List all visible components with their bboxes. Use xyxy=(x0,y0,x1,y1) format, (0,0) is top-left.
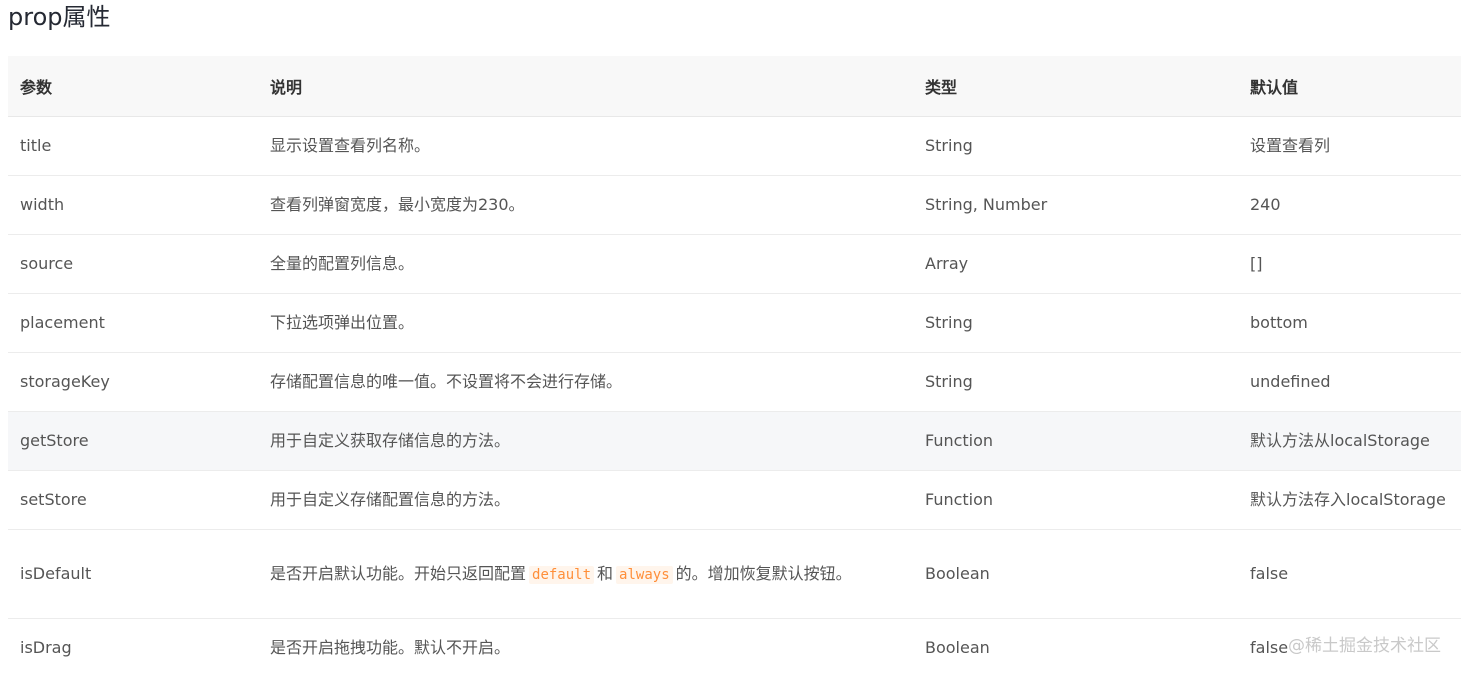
type-cell: Array xyxy=(913,234,1238,294)
description-cell: 存储配置信息的唯一值。不设置将不会进行存储。 xyxy=(258,352,913,412)
param-cell: title xyxy=(8,116,258,176)
column-header-param: 参数 xyxy=(8,56,258,117)
table-row: placement 下拉选项弹出位置。 String bottom xyxy=(8,293,1461,353)
description-cell: 用于自定义存储配置信息的方法。 xyxy=(258,470,913,530)
default-cell: undefined xyxy=(1238,352,1461,412)
table-row: isDefault 是否开启默认功能。开始只返回配置 default 和 always… xyxy=(8,529,1461,619)
param-cell: getStore xyxy=(8,411,258,471)
table-row: title 显示设置查看列名称。 String 设置查看列 xyxy=(8,116,1461,176)
type-cell: Function xyxy=(913,470,1238,530)
column-header-description: 说明 xyxy=(258,56,913,117)
page-title: prop属性 xyxy=(8,3,111,31)
table-row: width 查看列弹窗宽度，最小宽度为230。 String, Number 2… xyxy=(8,175,1461,235)
description-cell: 用于自定义获取存储信息的方法。 xyxy=(258,411,913,471)
description-cell: 下拉选项弹出位置。 xyxy=(258,293,913,353)
inline-code-default: default xyxy=(529,565,595,584)
default-cell: 设置查看列 xyxy=(1238,116,1461,176)
table-row: source 全量的配置列信息。 Array [] xyxy=(8,234,1461,294)
description-text: 是否开启默认功能。开始只返回配置 xyxy=(270,563,527,583)
default-cell: false xyxy=(1250,638,1289,658)
table-row-highlighted: getStore 用于自定义获取存储信息的方法。 Function 默认方法从l… xyxy=(8,411,1461,471)
description-text: 和 xyxy=(597,563,614,583)
param-cell: isDefault xyxy=(8,529,258,619)
prop-table: 参数 说明 类型 默认值 title 显示设置查看列名称。 String 设置查… xyxy=(8,56,1461,678)
table-row: storageKey 存储配置信息的唯一值。不设置将不会进行存储。 String… xyxy=(8,352,1461,412)
description-cell: 查看列弹窗宽度，最小宽度为230。 xyxy=(258,175,913,235)
default-cell: [] xyxy=(1238,234,1461,294)
default-cell: bottom xyxy=(1238,293,1461,353)
default-cell: 240 xyxy=(1238,175,1461,235)
description-text: 的。增加恢复默认按钮。 xyxy=(675,563,852,583)
column-header-default: 默认值 xyxy=(1238,56,1461,117)
type-cell: Function xyxy=(913,411,1238,471)
description-cell: 是否开启拖拽功能。默认不开启。 xyxy=(270,638,511,658)
type-cell: String, Number xyxy=(913,175,1238,235)
param-cell: storageKey xyxy=(8,352,258,412)
description-cell: 是否开启默认功能。开始只返回配置 default 和 always 的。增加恢复默认按钮… xyxy=(258,529,913,619)
default-cell: false xyxy=(1238,529,1461,619)
param-cell: width xyxy=(8,175,258,235)
table-row: isDrag 是否开启拖拽功能。默认不开启。 Boolean false xyxy=(8,619,1461,678)
type-cell: Boolean xyxy=(925,638,990,658)
table-row: setStore 用于自定义存储配置信息的方法。 Function 默认方法存入… xyxy=(8,470,1461,530)
inline-code-always: always xyxy=(616,565,673,584)
param-cell: setStore xyxy=(8,470,258,530)
description-cell: 全量的配置列信息。 xyxy=(258,234,913,294)
type-cell: String xyxy=(913,116,1238,176)
default-cell: 默认方法存入localStorage xyxy=(1238,470,1461,530)
description-cell: 显示设置查看列名称。 xyxy=(258,116,913,176)
default-cell: 默认方法从localStorage xyxy=(1238,411,1461,471)
param-cell: source xyxy=(8,234,258,294)
column-header-type: 类型 xyxy=(913,56,1238,117)
type-cell: String xyxy=(913,352,1238,412)
param-cell: isDrag xyxy=(20,638,72,658)
table-header-row: 参数 说明 类型 默认值 xyxy=(8,56,1461,117)
type-cell: Boolean xyxy=(913,529,1238,619)
type-cell: String xyxy=(913,293,1238,353)
param-cell: placement xyxy=(8,293,258,353)
